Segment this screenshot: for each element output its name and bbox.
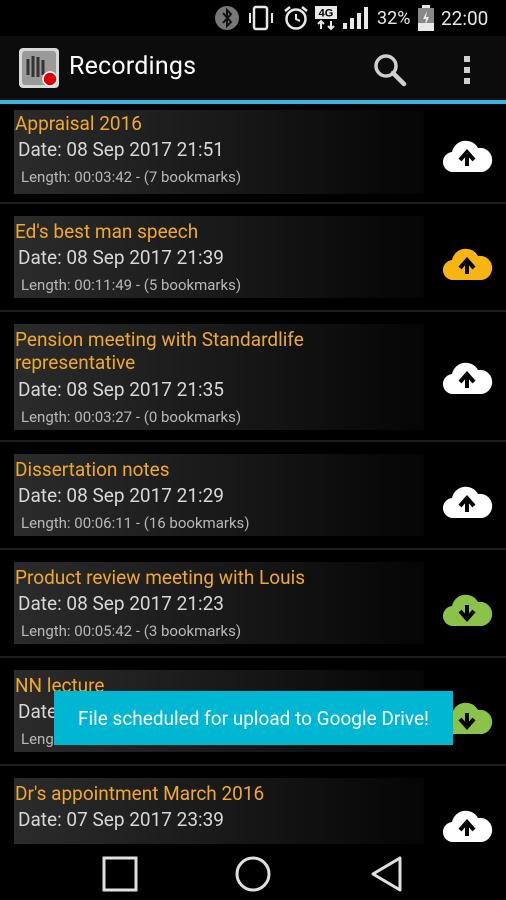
recording-date: Date: 08 Sep 2017 21:29 — [18, 484, 224, 507]
recording-title: Ed's best man speech — [15, 220, 199, 243]
navigation-bar — [0, 844, 506, 900]
recording-title: Appraisal 2016 — [15, 112, 142, 135]
list-item[interactable]: Appraisal 2016 Date: 08 Sep 2017 21:51 L… — [0, 104, 506, 204]
list-item[interactable]: Product review meeting with Louis Date: … — [0, 550, 506, 658]
status-bar: 4G 32% 22:00 — [0, 0, 506, 36]
signal-icon — [341, 5, 371, 31]
network-type-icon: 4G — [314, 5, 338, 31]
list-item[interactable]: Dr's appointment March 2016 Date: 07 Sep… — [0, 766, 506, 844]
toast-message: File scheduled for upload to Google Driv… — [54, 691, 453, 745]
recording-title: Dr's appointment March 2016 — [15, 782, 265, 805]
recording-date: Date: 08 Sep 2017 21:35 — [18, 378, 224, 401]
recording-length: Length: 00:06:11 - (16 bookmarks) — [21, 514, 250, 532]
svg-text:4G: 4G — [319, 8, 334, 20]
app-icon[interactable] — [18, 47, 60, 89]
recording-title: Pension meeting with Standardlife repres… — [15, 328, 304, 374]
recents-button[interactable] — [100, 854, 140, 894]
recording-title: Dissertation notes — [15, 458, 170, 481]
recording-date: Date: 07 Sep 2017 23:39 — [18, 808, 224, 831]
list-item[interactable]: Dissertation notes Date: 08 Sep 2017 21:… — [0, 442, 506, 550]
recording-length: Length: 00:05:42 - (3 bookmarks) — [21, 622, 242, 640]
bluetooth-icon — [214, 5, 240, 31]
recording-length: Leng — [21, 730, 54, 748]
cloud-upload-icon[interactable] — [440, 358, 494, 398]
overflow-menu-icon[interactable] — [447, 50, 487, 90]
clock: 22:00 — [441, 6, 489, 30]
vibrate-icon — [246, 5, 276, 31]
recording-title: Product review meeting with Louis — [15, 566, 306, 589]
recording-length: Length: 00:03:27 - (0 bookmarks) — [21, 408, 242, 426]
recording-date: Date: 08 Sep 2017 21:39 — [18, 246, 224, 269]
battery-icon — [416, 5, 436, 31]
cloud-upload-icon[interactable] — [440, 136, 494, 176]
recording-length: Length: 00:11:49 - (5 bookmarks) — [21, 276, 242, 294]
recording-date: Date: 08 Sep 2017 21:51 — [18, 138, 224, 161]
recording-date: Date — [18, 700, 58, 723]
battery-percent: 32% — [377, 7, 411, 29]
cloud-upload-icon[interactable] — [440, 806, 494, 844]
page-title: Recordings — [69, 52, 197, 81]
home-button[interactable] — [233, 854, 273, 894]
action-bar: Recordings — [0, 36, 506, 104]
screen: 4G 32% 22:00 Recordings Appraisal 2016 D… — [0, 0, 506, 900]
search-icon[interactable] — [370, 50, 410, 90]
recording-length: Length: 00:03:42 - (7 bookmarks) — [21, 168, 242, 186]
cloud-upload-icon[interactable] — [440, 482, 494, 522]
list-item[interactable]: Pension meeting with Standardlife repres… — [0, 312, 506, 442]
alarm-icon — [282, 5, 310, 31]
cloud-upload-icon[interactable] — [440, 244, 494, 284]
cloud-download-icon[interactable] — [440, 590, 494, 630]
recording-date: Date: 08 Sep 2017 21:23 — [18, 592, 224, 615]
back-button[interactable] — [368, 854, 408, 894]
list-item[interactable]: Ed's best man speech Date: 08 Sep 2017 2… — [0, 204, 506, 312]
